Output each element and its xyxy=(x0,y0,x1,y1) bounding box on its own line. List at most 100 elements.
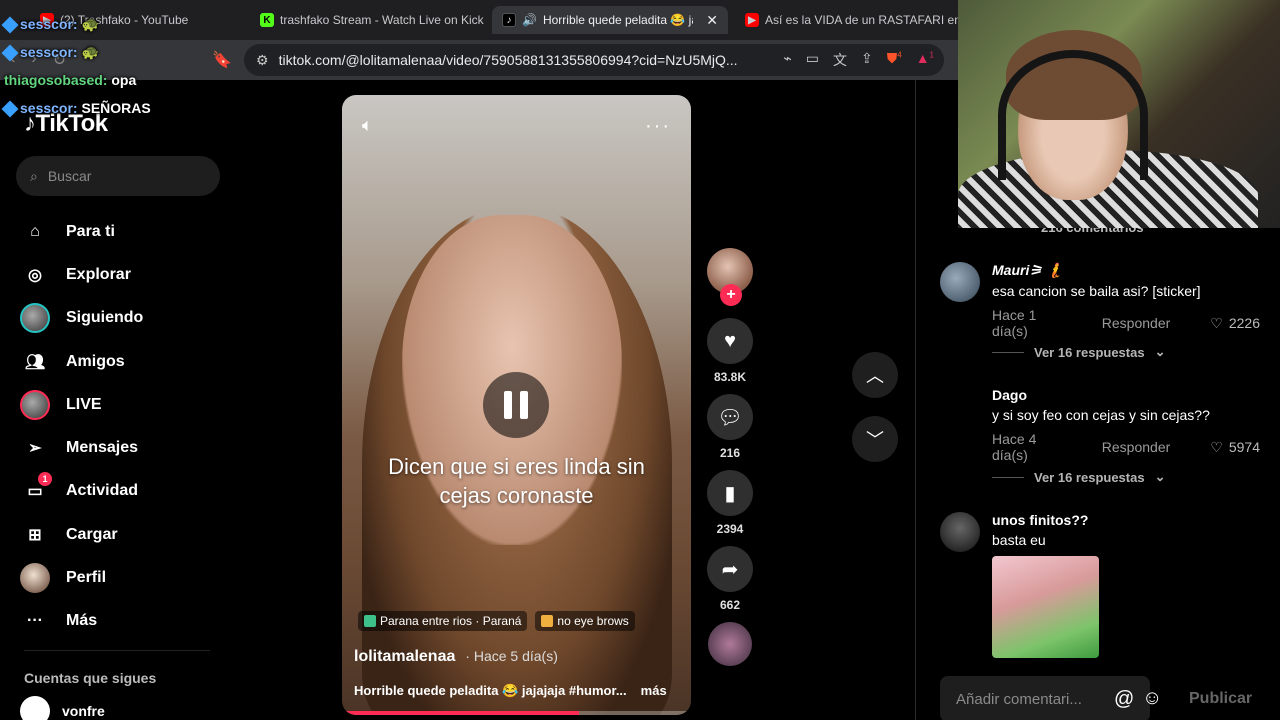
avatar[interactable] xyxy=(940,387,980,427)
sidebar-item-label: Cargar xyxy=(66,525,118,543)
bookmark-icon[interactable]: 🔖 xyxy=(212,50,232,70)
close-tab-icon[interactable]: ✕ xyxy=(706,12,718,29)
site-info-icon[interactable]: ⚙ xyxy=(256,52,269,69)
save-count: 2394 xyxy=(716,522,744,536)
sidebar-item-label: Para ti xyxy=(66,222,115,240)
comment-action: 💬︎ 216 xyxy=(707,394,753,460)
mention-icon[interactable]: @ xyxy=(1114,688,1134,711)
pause-button[interactable] xyxy=(483,372,549,438)
volume-icon[interactable]: 🔈︎ xyxy=(362,115,373,136)
chat-badge-icon xyxy=(1,100,19,118)
like-count: 83.8K xyxy=(713,370,747,384)
comment-like-button[interactable]: ♡ 5974 xyxy=(1210,439,1260,456)
chat-message: sesscor: SEÑORAS xyxy=(1,94,151,122)
save-action: ▮ 2394 xyxy=(707,470,753,536)
profile-avatar xyxy=(20,563,50,594)
comment-item: Mauri⚞ 🧜 esa cancion se baila asi? [stic… xyxy=(940,262,1260,339)
comment-item: unos finitos?? basta eu xyxy=(940,512,1260,658)
reply-button[interactable]: Responder xyxy=(1102,315,1171,331)
share-icon[interactable]: ➦ xyxy=(707,546,753,592)
comment-user[interactable]: Mauri⚞ 🧜 xyxy=(992,262,1260,279)
tiktok-icon: ♪ xyxy=(502,13,516,27)
sidebar-item-label: LIVE xyxy=(66,395,102,413)
chevron-down-icon: ⌄ xyxy=(1154,344,1166,359)
sidebar-item-explorar[interactable]: ◎ Explorar xyxy=(20,253,143,296)
comment-icon[interactable]: 💬︎ xyxy=(707,394,753,440)
search-input[interactable]: ⌕ Buscar xyxy=(16,156,220,196)
previous-video-button[interactable]: ︿ xyxy=(852,352,898,398)
video-progress-bar[interactable] xyxy=(342,711,691,715)
video-actions: + ♥ 83.8K 💬︎ 216 ▮ 2394 ➦ 662 xyxy=(705,248,755,666)
sidebar-item-siguiendo[interactable]: Siguiendo xyxy=(20,297,143,340)
chat-message: thiagosobased: opa xyxy=(4,72,137,88)
comment-user[interactable]: Dago xyxy=(992,387,1260,403)
search-placeholder: Buscar xyxy=(47,168,92,184)
brave-rewards-icon[interactable]: ▲1 xyxy=(916,50,934,70)
url-field[interactable]: ⚙ tiktok.com/@lolitamalenaa/video/759058… xyxy=(244,44,944,76)
avatar xyxy=(20,696,50,720)
video-author[interactable]: lolitamalenaa · Hace 5 día(s) xyxy=(354,648,558,666)
avatar[interactable] xyxy=(940,512,980,552)
tab-title: trashfako Stream - Watch Live on Kick xyxy=(280,13,484,27)
sidebar-item-label: Siguiendo xyxy=(66,309,144,327)
video-navigation: ︿ ﹀ xyxy=(852,352,898,462)
sidebar: ♪TikTok ⌕ Buscar ⌂ Para ti ◎ Explorar Si… xyxy=(0,80,240,720)
comment-user[interactable]: unos finitos?? xyxy=(992,512,1260,528)
sidebar-item-mas[interactable]: ··· Más xyxy=(20,600,143,643)
location-icon xyxy=(364,615,376,627)
tab-youtube-2[interactable]: ▶ Así es la VIDA de un RASTAFARI en Ja xyxy=(735,6,958,34)
next-video-button[interactable]: ﹀ xyxy=(852,416,898,462)
sidebar-item-label: Perfil xyxy=(66,569,107,587)
effect-tag[interactable]: no eye brows xyxy=(535,611,635,631)
bookmark-icon[interactable]: ▮ xyxy=(707,470,753,516)
share-icon[interactable]: ⇪ xyxy=(861,50,873,70)
follow-button[interactable]: + xyxy=(720,284,742,306)
divider xyxy=(24,650,210,651)
following-title: Cuentas que sigues xyxy=(24,670,157,686)
view-replies-button[interactable]: Ver 16 respuestas ⌄ xyxy=(992,344,1165,360)
sidebar-item-actividad[interactable]: ▭ 1 Actividad xyxy=(20,470,143,513)
tab-title: Así es la VIDA de un RASTAFARI en Ja xyxy=(765,13,958,27)
comment-like-button[interactable]: ♡ 2226 xyxy=(1210,315,1260,332)
notification-badge: 1 xyxy=(38,472,52,487)
sidebar-item-mensajes[interactable]: ➢ Mensajes xyxy=(20,426,143,469)
following-user[interactable]: vonfre xyxy=(20,696,105,720)
cast-icon[interactable]: ⌁ xyxy=(783,50,791,70)
view-replies-button[interactable]: Ver 16 respuestas ⌄ xyxy=(992,469,1165,485)
translate-icon[interactable]: 文 xyxy=(833,50,847,70)
comment-sticker-image xyxy=(992,556,1099,658)
chat-badge-icon xyxy=(1,16,19,34)
sidebar-item-perfil[interactable]: Perfil xyxy=(20,556,143,599)
heart-icon[interactable]: ♥ xyxy=(707,318,753,364)
avatar[interactable] xyxy=(940,262,980,302)
video-player[interactable]: 🔈︎ ··· Dicen que si eres linda sin cejas… xyxy=(342,95,691,715)
chat-message: sesscor: 🐢 xyxy=(1,38,151,66)
author-avatar[interactable]: + xyxy=(707,248,753,306)
sidebar-item-cargar[interactable]: ⊞ Cargar xyxy=(20,513,143,556)
pause-bar xyxy=(504,391,512,419)
brave-shield-icon[interactable]: ⛊4 xyxy=(887,50,902,70)
url-text: tiktok.com/@lolitamalenaa/video/75905881… xyxy=(278,52,738,68)
sidebar-item-amigos[interactable]: 👥︎ Amigos xyxy=(20,340,143,383)
sidebar-item-label: Mensajes xyxy=(66,439,139,457)
sidebar-item-live[interactable]: LIVE xyxy=(20,383,143,426)
search-icon: ⌕ xyxy=(30,167,38,184)
home-icon: ⌂ xyxy=(30,222,40,240)
location-tag[interactable]: Parana entre rios · Paraná xyxy=(358,611,528,631)
more-options-icon[interactable]: ··· xyxy=(645,115,671,138)
tab-kick[interactable]: K trashfako Stream - Watch Live on Kick xyxy=(250,6,485,34)
music-disc[interactable] xyxy=(708,622,752,666)
comment-count: 216 xyxy=(719,446,741,460)
publish-button[interactable]: Publicar xyxy=(1189,690,1252,708)
screen-icon[interactable]: ▭ xyxy=(806,50,819,70)
tab-tiktok[interactable]: ♪ 🔊 Horrible quede peladita 😂 jajajaja ✕ xyxy=(492,6,728,34)
heart-outline-icon: ♡ xyxy=(1210,314,1223,331)
sidebar-item-label: Más xyxy=(66,612,98,630)
reply-button[interactable]: Responder xyxy=(1102,439,1171,455)
headphones xyxy=(998,50,1148,180)
emoji-icon[interactable]: ☺ xyxy=(1142,687,1162,710)
more-link[interactable]: más xyxy=(641,683,667,699)
plus-square-icon: ⊞ xyxy=(28,526,42,544)
following-user-name: vonfre xyxy=(62,703,105,719)
sidebar-item-para-ti[interactable]: ⌂ Para ti xyxy=(20,210,143,253)
